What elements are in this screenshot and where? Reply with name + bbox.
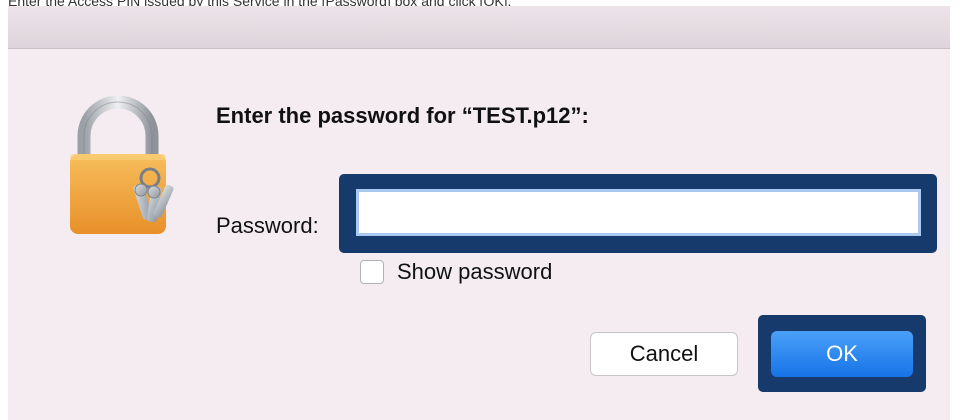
- show-password-label: Show password: [397, 259, 553, 284]
- show-password-checkbox[interactable]: [360, 260, 384, 284]
- show-password-row[interactable]: Show password: [360, 256, 552, 288]
- ok-button[interactable]: OK: [771, 331, 913, 377]
- cancel-button[interactable]: Cancel: [590, 332, 738, 376]
- keychain-lock-icon: [66, 95, 176, 236]
- dialog-title: Enter the password for “TEST.p12”:: [216, 103, 589, 128]
- password-input[interactable]: [356, 189, 921, 236]
- password-label: Password:: [216, 213, 319, 238]
- dialog-titlebar: [8, 6, 950, 49]
- page: Enter the Access PIN issued by this Serv…: [0, 0, 958, 420]
